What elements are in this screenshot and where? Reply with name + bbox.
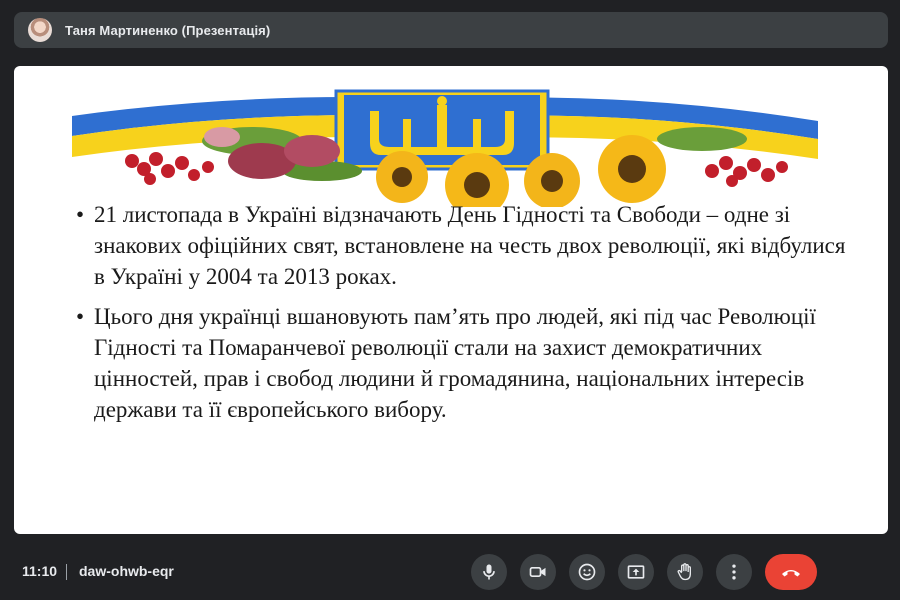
meeting-time: 11:10	[22, 563, 58, 579]
phone-hangup-icon	[782, 570, 800, 577]
presenter-bar: Таня Мартиненко (Презентація)	[14, 12, 888, 48]
more-vertical-icon	[732, 564, 736, 580]
avatar	[28, 18, 52, 42]
camera-button[interactable]	[520, 554, 556, 590]
meeting-code: daw-ohwb-eqr	[79, 563, 174, 579]
raise-hand-button[interactable]	[667, 554, 703, 590]
microphone-button[interactable]	[471, 554, 507, 590]
hand-icon	[677, 563, 691, 581]
slide-bullet-list: 21 листопада в Україні відзначають День …	[76, 199, 856, 434]
bullet-item: Цього дня українці вшановують пам’ять пр…	[76, 301, 856, 425]
presenter-name: Таня Мартиненко (Презентація)	[65, 22, 271, 38]
camera-icon	[529, 567, 546, 577]
microphone-icon	[483, 564, 495, 580]
reactions-button[interactable]	[569, 554, 605, 590]
presentation-slide: 21 листопада в Україні відзначають День …	[14, 66, 888, 534]
leave-call-button[interactable]	[765, 554, 817, 590]
call-controls-bar: 11:10 daw-ohwb-eqr	[0, 546, 900, 600]
ukrainian-banner-image	[72, 89, 818, 207]
present-screen-icon	[627, 565, 645, 579]
more-options-button[interactable]	[716, 554, 752, 590]
emoji-icon	[578, 563, 596, 581]
bullet-item: 21 листопада в Україні відзначають День …	[76, 199, 856, 292]
present-now-button[interactable]	[618, 554, 654, 590]
divider	[66, 564, 67, 580]
